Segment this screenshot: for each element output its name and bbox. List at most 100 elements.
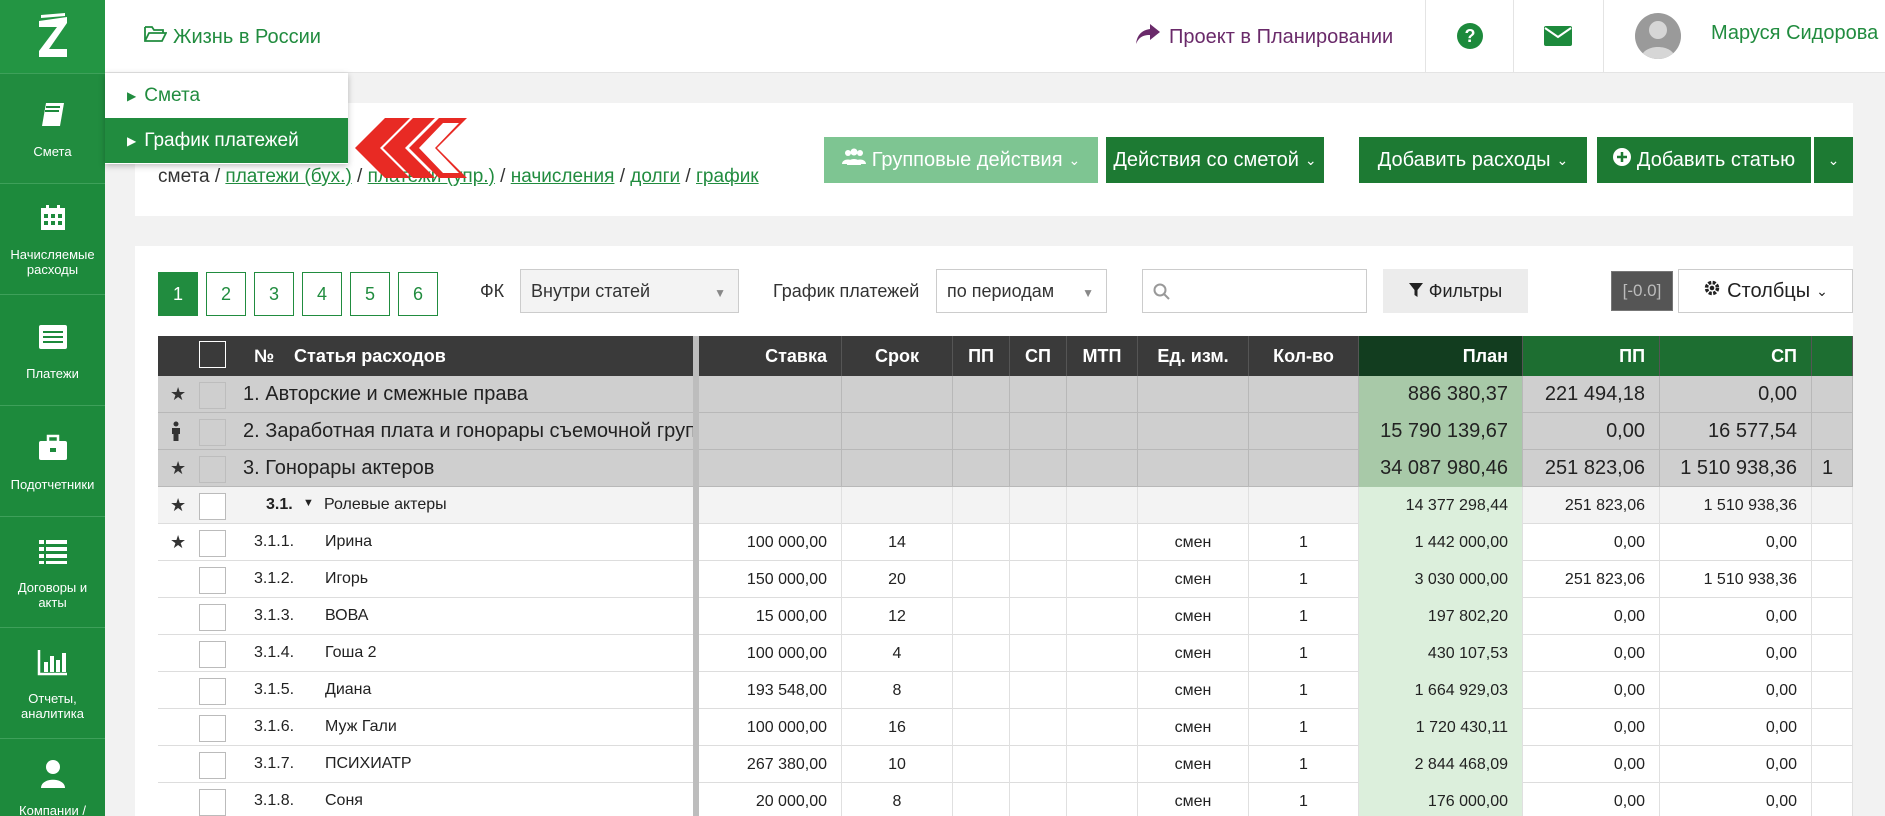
- star-icon[interactable]: ★: [170, 532, 186, 553]
- header-plan-pp[interactable]: ПП: [1523, 336, 1660, 376]
- sidebar-item-contracts[interactable]: Договоры и акты: [0, 516, 105, 627]
- list-box-icon: [37, 320, 69, 354]
- breadcrumb-link-accruals[interactable]: начисления: [511, 166, 615, 187]
- tab-level-5[interactable]: 5: [350, 272, 390, 316]
- help-icon[interactable]: ?: [1456, 22, 1484, 55]
- row-checkbox[interactable]: [199, 456, 226, 483]
- row-name: Ирина: [325, 533, 373, 550]
- cell-unit: смен: [1138, 598, 1249, 635]
- star-icon[interactable]: ★: [170, 495, 186, 516]
- add-item-button[interactable]: Добавить статью: [1597, 137, 1811, 183]
- table-row[interactable]: 3.1.4. Гоша 2 100 000,00 4 смен 1 430 107,53 0,…: [158, 635, 1853, 672]
- tab-level-2[interactable]: 2: [206, 272, 246, 316]
- header-unit[interactable]: Ед. изм.: [1138, 336, 1249, 376]
- tab-level-3[interactable]: 3: [254, 272, 294, 316]
- header-term[interactable]: Срок: [842, 336, 953, 376]
- cell-qty: 1: [1249, 709, 1359, 746]
- columns-button[interactable]: Столбцы ⌄: [1678, 269, 1853, 313]
- cell-pp-flag: [953, 746, 1010, 783]
- cell-sp: 0,00: [1660, 672, 1812, 709]
- star-icon[interactable]: ★: [170, 458, 186, 479]
- add-expenses-button[interactable]: Добавить расходы ⌄: [1359, 137, 1587, 183]
- breadcrumb-link-payments-acc[interactable]: платежи (бух.): [225, 166, 351, 187]
- row-checkbox[interactable]: [199, 641, 226, 668]
- submenu-item-payment-schedule[interactable]: ▶ График платежей: [105, 118, 348, 163]
- row-checkbox[interactable]: [199, 715, 226, 742]
- row-checkbox[interactable]: [199, 493, 226, 520]
- add-item-dropdown-toggle[interactable]: ⌄: [1814, 137, 1853, 183]
- table-row-subgroup[interactable]: ★ 3.1. ▼ Ролевые актеры 14 377 298,44 25…: [158, 487, 1853, 524]
- project-selector[interactable]: Жизнь в России: [143, 24, 321, 50]
- search-input[interactable]: [1177, 278, 1357, 304]
- tab-level-6[interactable]: 6: [398, 272, 438, 316]
- group-actions-button[interactable]: Групповые действия ⌄: [824, 137, 1098, 183]
- cell-rate: 267 380,00: [699, 746, 842, 783]
- header-plan[interactable]: План: [1359, 336, 1523, 376]
- table-row[interactable]: 3.1.8. Соня 20 000,00 8 смен 1 176 000,00 0,00 0…: [158, 783, 1853, 816]
- schedule-select[interactable]: по периодам ▼: [936, 269, 1107, 313]
- row-checkbox[interactable]: [199, 567, 226, 594]
- row-checkbox[interactable]: [199, 789, 226, 816]
- row-name: Гоша 2: [325, 644, 377, 661]
- estimate-actions-button[interactable]: Действия со сметой ⌄: [1106, 137, 1324, 183]
- row-checkbox[interactable]: [199, 382, 226, 409]
- table-row[interactable]: 3.1.3. ВОВА 15 000,00 12 смен 1 197 802,20 0,00…: [158, 598, 1853, 635]
- cell-pp: 0,00: [1523, 709, 1660, 746]
- filter-icon: [1408, 281, 1423, 302]
- row-name: Диана: [325, 681, 372, 698]
- breadcrumb-link-schedule[interactable]: график: [696, 166, 759, 187]
- cell-more: [1812, 709, 1853, 746]
- chevron-down-icon: ⌄: [1556, 151, 1569, 168]
- select-all-checkbox[interactable]: [199, 341, 226, 368]
- row-checkbox[interactable]: [199, 604, 226, 631]
- row-checkbox[interactable]: [199, 530, 226, 557]
- row-checkbox[interactable]: [199, 752, 226, 779]
- sidebar-item-estimate[interactable]: Смета: [0, 73, 105, 183]
- mail-icon[interactable]: [1543, 25, 1573, 52]
- column-splitter[interactable]: [693, 336, 699, 816]
- avatar[interactable]: [1635, 13, 1681, 59]
- header-plan-sp[interactable]: СП: [1660, 336, 1812, 376]
- person-icon[interactable]: [170, 421, 182, 446]
- sidebar-item-reports[interactable]: Отчеты, аналитика: [0, 627, 105, 738]
- version-badge[interactable]: [-0.0]: [1611, 271, 1673, 311]
- table-row-group[interactable]: ★ 1. Авторские и смежные права 886 380,3…: [158, 376, 1853, 413]
- header-rate[interactable]: Ставка: [699, 336, 842, 376]
- cell-pp: 0,00: [1523, 413, 1660, 450]
- logo[interactable]: [0, 0, 105, 73]
- header-mtp[interactable]: МТП: [1067, 336, 1138, 376]
- sidebar-item-companies[interactable]: Компании /: [0, 738, 105, 816]
- caret-right-icon: ▶: [127, 88, 137, 103]
- sidebar-item-payments[interactable]: Платежи: [0, 294, 105, 405]
- sidebar-item-accrued[interactable]: Начисляемые расходы: [0, 183, 105, 294]
- table-row[interactable]: 3.1.6. Муж Гали 100 000,00 16 смен 1 1 720 430…: [158, 709, 1853, 746]
- project-status[interactable]: Проект в Планировании: [1135, 23, 1393, 51]
- row-checkbox[interactable]: [199, 419, 226, 446]
- filters-button[interactable]: Фильтры: [1383, 269, 1528, 313]
- breadcrumb-current: смета: [158, 166, 210, 187]
- row-checkbox[interactable]: [199, 678, 226, 705]
- cell-sp-flag: [1010, 746, 1067, 783]
- star-icon[interactable]: ★: [170, 384, 186, 405]
- submenu-item-estimate[interactable]: ▶ Смета: [105, 73, 348, 118]
- fk-select[interactable]: Внутри статей ▼: [520, 269, 739, 313]
- user-name[interactable]: Маруся Сидорова: [1711, 22, 1878, 45]
- header-qty[interactable]: Кол-во: [1249, 336, 1359, 376]
- table-row-group[interactable]: ★ 3. Гонорары актеров 34 087 980,46 251 …: [158, 450, 1853, 487]
- search-box[interactable]: [1142, 269, 1367, 313]
- cell-sp: 0,00: [1660, 635, 1812, 672]
- caret-down-icon[interactable]: ▼: [303, 497, 314, 509]
- tab-level-4[interactable]: 4: [302, 272, 342, 316]
- sidebar-item-accountable[interactable]: Подотчетники: [0, 405, 105, 516]
- table-row-group[interactable]: 2. Заработная плата и гонорары съемочной…: [158, 413, 1853, 450]
- cell-term: 10: [842, 746, 953, 783]
- tab-level-1[interactable]: 1: [158, 272, 198, 316]
- cell-unit: смен: [1138, 561, 1249, 598]
- header-sp[interactable]: СП: [1010, 336, 1067, 376]
- table-row[interactable]: 3.1.5. Диана 193 548,00 8 смен 1 1 664 929,03 0…: [158, 672, 1853, 709]
- header-pp[interactable]: ПП: [953, 336, 1010, 376]
- table-row[interactable]: 3.1.2. Игорь 150 000,00 20 смен 1 3 030 000,00…: [158, 561, 1853, 598]
- table-row[interactable]: ★ 3.1.1. Ирина 100 000,00 14 смен 1 1 442 000,0…: [158, 524, 1853, 561]
- table-row[interactable]: 3.1.7. ПСИХИАТР 267 380,00 10 смен 1 2 844 468…: [158, 746, 1853, 783]
- breadcrumb-link-debts[interactable]: долги: [630, 166, 680, 187]
